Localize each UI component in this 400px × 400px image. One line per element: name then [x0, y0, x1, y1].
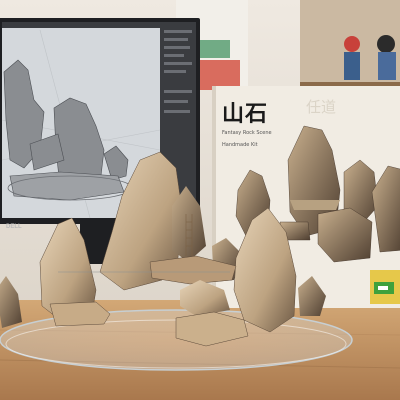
box-side-title: 任道	[306, 98, 337, 116]
monitor-brand-logo: DELL	[6, 224, 22, 230]
scene-illustration	[0, 0, 400, 400]
box-subtitle-line: Handmade Kit	[222, 142, 258, 148]
box-subtitle-line: Fantasy Rock Scene	[222, 130, 272, 136]
box-subtitle: Fantasy Rock Scene Handmade Kit	[222, 124, 292, 148]
photo-scene: 山石 任道 Fantasy Rock Scene Handmade Kit DE…	[0, 0, 400, 400]
